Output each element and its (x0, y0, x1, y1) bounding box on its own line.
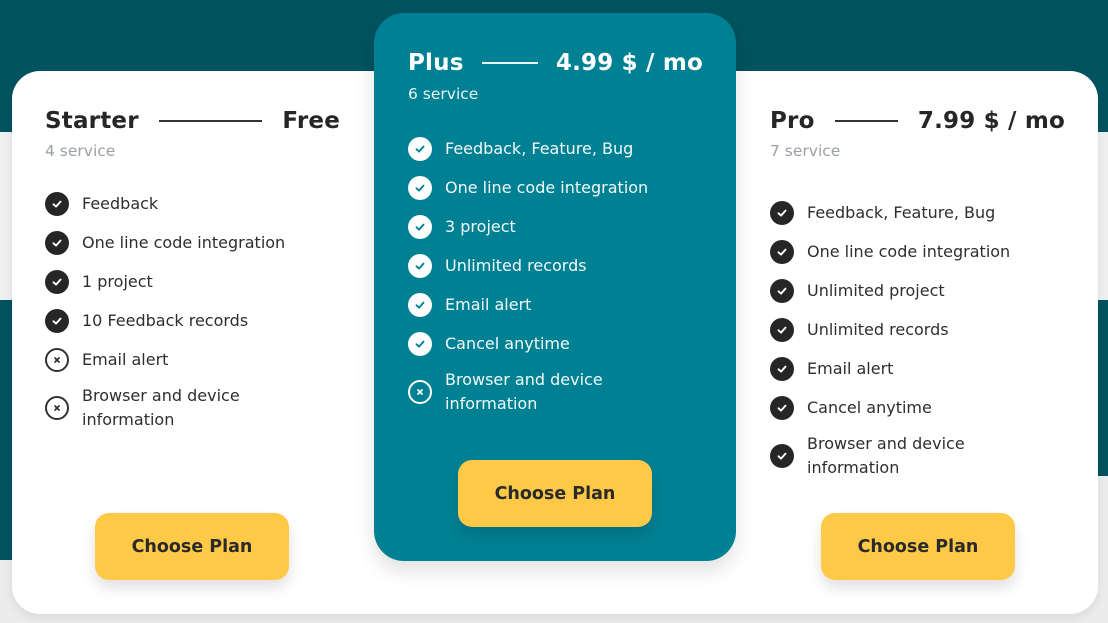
plan-price: 4.99 $ / mo (555, 50, 703, 76)
feature-item: Unlimited records (770, 310, 1065, 349)
feature-list: Feedback One line code integration 1 proje… (45, 184, 340, 437)
check-circle-icon (770, 317, 794, 342)
check-circle-icon (45, 308, 69, 333)
feature-item: Cancel anytime (770, 388, 1065, 427)
plan-name: Plus (408, 50, 464, 76)
feature-item: Browser and device information (408, 363, 703, 421)
feature-list: Feedback, Feature, Bug One line code inte… (408, 129, 703, 421)
feature-item: Unlimited records (408, 246, 703, 285)
feature-label: Unlimited project (807, 280, 945, 300)
feature-label: Browser and device information (445, 370, 603, 413)
feature-label: Email alert (807, 358, 894, 378)
feature-item: One line code integration (408, 168, 703, 207)
plan-price: 7.99 $ / mo (917, 108, 1065, 134)
feature-item: Email alert (408, 285, 703, 324)
feature-item: 1 project (45, 262, 340, 301)
feature-item: Email alert (770, 349, 1065, 388)
divider (834, 120, 898, 122)
feature-item: One line code integration (770, 232, 1065, 271)
feature-label: Browser and device information (82, 386, 240, 429)
plan-name: Pro (770, 108, 815, 134)
service-count: 4 service (45, 142, 116, 160)
check-circle-icon (770, 395, 794, 420)
check-circle-icon (45, 269, 69, 294)
feature-label: Email alert (445, 294, 532, 314)
plan-header: Starter Free (45, 108, 340, 134)
check-circle-icon (770, 200, 794, 225)
feature-item: Browser and device information (45, 379, 340, 437)
feature-label: Cancel anytime (445, 333, 570, 353)
feature-label: Unlimited records (807, 319, 949, 339)
feature-label: Feedback, Feature, Bug (807, 202, 996, 222)
feature-item: Browser and device information (770, 427, 1065, 485)
x-circle-icon (408, 380, 432, 404)
feature-item: Feedback (45, 184, 340, 223)
plan-header: Plus 4.99 $ / mo (408, 50, 703, 76)
plan-price: Free (282, 108, 340, 134)
check-circle-icon (770, 239, 794, 264)
feature-label: Cancel anytime (807, 397, 932, 417)
feature-item: Feedback, Feature, Bug (770, 193, 1065, 232)
divider (158, 120, 263, 122)
plan-card-pro: Pro 7.99 $ / mo 7 service Feedback, Feat… (770, 108, 1065, 485)
feature-label: 3 project (445, 216, 516, 236)
feature-list: Feedback, Feature, Bug One line code inte… (770, 193, 1065, 485)
service-count: 7 service (770, 142, 841, 160)
check-circle-icon (408, 292, 432, 317)
feature-item: Cancel anytime (408, 324, 703, 363)
feature-label: Unlimited records (445, 255, 587, 275)
check-circle-icon (408, 253, 432, 278)
feature-item: One line code integration (45, 223, 340, 262)
plan-card-starter: Starter Free 4 service Feedback One line … (45, 108, 340, 437)
plan-header: Pro 7.99 $ / mo (770, 108, 1065, 134)
service-count: 6 service (408, 85, 479, 103)
plan-card-plus: Plus 4.99 $ / mo 6 service Feedback, Fea… (408, 50, 703, 421)
feature-item: 3 project (408, 207, 703, 246)
feature-label: Email alert (82, 349, 169, 369)
check-circle-icon (408, 331, 432, 356)
feature-label: One line code integration (807, 241, 1011, 261)
check-circle-icon (408, 136, 432, 161)
choose-plan-button-starter[interactable]: Choose Plan (95, 513, 289, 580)
feature-label: Feedback (82, 193, 159, 213)
feature-label: 10 Feedback records (82, 310, 249, 330)
choose-plan-button-plus[interactable]: Choose Plan (458, 460, 652, 527)
feature-label: One line code integration (82, 232, 286, 252)
check-circle-icon (770, 278, 794, 303)
check-circle-icon (770, 356, 794, 381)
x-circle-icon (45, 396, 69, 420)
feature-label: 1 project (82, 271, 153, 291)
plan-name: Starter (45, 108, 139, 134)
feature-item: Email alert (45, 340, 340, 379)
feature-label: Browser and device information (807, 434, 965, 477)
feature-item: 10 Feedback records (45, 301, 340, 340)
feature-label: One line code integration (445, 177, 649, 197)
check-circle-icon (408, 214, 432, 239)
check-circle-icon (45, 191, 69, 216)
x-circle-icon (45, 347, 69, 372)
divider (481, 62, 538, 64)
choose-plan-button-pro[interactable]: Choose Plan (821, 513, 1015, 580)
feature-item: Feedback, Feature, Bug (408, 129, 703, 168)
feature-item: Unlimited project (770, 271, 1065, 310)
check-circle-icon (770, 444, 794, 468)
feature-label: Feedback, Feature, Bug (445, 138, 634, 158)
check-circle-icon (408, 175, 432, 200)
check-circle-icon (45, 230, 69, 255)
